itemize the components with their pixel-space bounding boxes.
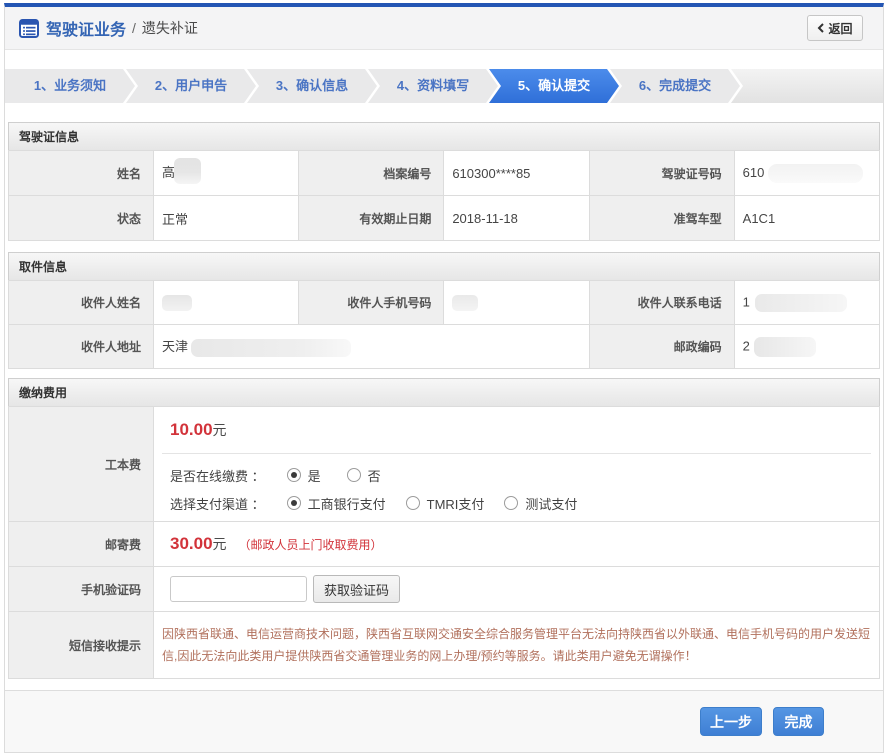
online-payment-question-row: 是否在线缴费 ： 是 否 xyxy=(170,461,871,489)
production-fee-cell: 10.00 元 是否在线缴费 ： 是 否 选择支付渠道 ： xyxy=(154,407,880,522)
step-navigation: 1、业务须知 2、用户申告 3、确认信息 4、资料填写 5、确认提交 6、完成提… xyxy=(5,69,883,103)
field-label-sms-notice: 短信接收提示 xyxy=(9,612,154,679)
postage-fee-cell: 30.00 元 （邮政人员上门收取费用） xyxy=(154,522,880,567)
field-label-recipient-tel: 收件人联系电话 xyxy=(589,281,734,325)
radio-channel-icbc[interactable] xyxy=(287,496,301,510)
sms-notice-cell: 因陕西省联通、电信运营商技术问题，陕西省互联网交通安全综合服务管理平台无法向持陕… xyxy=(154,612,880,679)
page-header: 驾驶证业务 / 遗失补证 返回 xyxy=(5,7,883,50)
radio-channel-test-label[interactable]: 测试支付 xyxy=(525,494,577,513)
production-fee-amount: 10.00 xyxy=(170,420,213,440)
field-label-status: 状态 xyxy=(9,196,154,241)
field-value-name: 高 xyxy=(154,151,299,196)
back-button[interactable]: 返回 xyxy=(807,15,863,41)
section-fees-title: 缴纳费用 xyxy=(19,384,67,401)
radio-online-yes[interactable] xyxy=(287,468,301,482)
page-subtitle: 遗失补证 xyxy=(142,18,198,38)
page-container: 驾驶证业务 / 遗失补证 返回 1、业务须知 2、用户申告 3、确认信息 4、资… xyxy=(4,3,884,753)
step-2[interactable]: 2、用户申告 xyxy=(126,69,256,103)
field-value-file-number: 610300****85 xyxy=(444,151,589,196)
radio-channel-tmri[interactable] xyxy=(406,496,420,510)
radio-online-no[interactable] xyxy=(347,468,361,482)
field-label-recipient-mobile: 收件人手机号码 xyxy=(299,281,444,325)
breadcrumb-separator: / xyxy=(132,20,136,36)
production-fee-amount-line: 10.00 元 xyxy=(162,407,871,453)
previous-step-button[interactable]: 上一步 xyxy=(700,707,762,736)
production-fee-unit: 元 xyxy=(213,420,227,440)
field-label-recipient-name: 收件人姓名 xyxy=(9,281,154,325)
redaction-blur xyxy=(754,337,816,357)
field-label-file-number: 档案编号 xyxy=(299,151,444,196)
verification-code-input[interactable] xyxy=(170,576,307,602)
redaction-blur xyxy=(755,294,847,312)
section-pickup-info: 取件信息 收件人姓名 收件人手机号码 收件人联系电话 1 收件人地址 天津 邮政… xyxy=(8,252,880,369)
redaction-blur xyxy=(162,295,192,311)
radio-online-no-label[interactable]: 否 xyxy=(368,466,381,485)
field-label-expiry-date: 有效期止日期 xyxy=(299,196,444,241)
field-value-recipient-mobile xyxy=(444,281,589,325)
field-value-vehicle-class: A1C1 xyxy=(734,196,879,241)
step-4[interactable]: 4、资料填写 xyxy=(368,69,498,103)
field-value-recipient-tel: 1 xyxy=(734,281,879,325)
step-5-active[interactable]: 5、确认提交 xyxy=(489,69,619,103)
field-value-license-number: 610 xyxy=(734,151,879,196)
field-label-recipient-address: 收件人地址 xyxy=(9,325,154,369)
field-label-production-fee: 工本费 xyxy=(9,407,154,522)
field-label-vehicle-class: 准驾车型 xyxy=(589,196,734,241)
section-license-title: 驾驶证信息 xyxy=(19,128,79,145)
radio-channel-tmri-label[interactable]: TMRI支付 xyxy=(427,494,485,513)
back-button-label: 返回 xyxy=(828,20,852,37)
field-label-name: 姓名 xyxy=(9,151,154,196)
redaction-blur xyxy=(174,158,201,184)
field-label-license-number: 驾驶证号码 xyxy=(589,151,734,196)
field-value-status: 正常 xyxy=(154,196,299,241)
field-label-postcode: 邮政编码 xyxy=(589,325,734,369)
redaction-blur xyxy=(452,295,478,311)
pickup-table: 收件人姓名 收件人手机号码 收件人联系电话 1 收件人地址 天津 邮政编码 2 xyxy=(8,280,880,369)
step-filler xyxy=(731,69,883,103)
footer-bar: 上一步 完成 xyxy=(5,690,883,752)
redaction-blur xyxy=(768,164,863,183)
postage-fee-note: （邮政人员上门收取费用） xyxy=(239,536,383,553)
field-value-expiry-date: 2018-11-18 xyxy=(444,196,589,241)
section-license-header: 驾驶证信息 xyxy=(8,122,880,150)
page-title: 驾驶证业务 xyxy=(46,16,126,40)
license-list-icon xyxy=(19,19,39,38)
step-3[interactable]: 3、确认信息 xyxy=(247,69,377,103)
chevron-left-icon xyxy=(817,23,824,33)
step-6[interactable]: 6、完成提交 xyxy=(610,69,740,103)
field-value-recipient-name xyxy=(154,281,299,325)
redaction-blur xyxy=(191,339,351,357)
postage-fee-unit: 元 xyxy=(213,534,227,554)
field-value-postcode: 2 xyxy=(734,325,879,369)
done-button[interactable]: 完成 xyxy=(773,707,824,736)
payment-options: 是否在线缴费 ： 是 否 选择支付渠道 ： 工商银行支付 TMRI支付 xyxy=(162,453,871,521)
radio-channel-icbc-label[interactable]: 工商银行支付 xyxy=(308,494,386,513)
step-1[interactable]: 1、业务须知 xyxy=(5,69,135,103)
radio-channel-test[interactable] xyxy=(504,496,518,510)
get-verification-code-button[interactable]: 获取验证码 xyxy=(313,575,400,603)
payment-channel-row: 选择支付渠道 ： 工商银行支付 TMRI支付 测试支付 xyxy=(170,489,871,517)
section-fees: 缴纳费用 工本费 10.00 元 是否在线缴费 ： 是 xyxy=(8,378,880,679)
section-pickup-header: 取件信息 xyxy=(8,252,880,280)
field-label-postage-fee: 邮寄费 xyxy=(9,522,154,567)
license-table: 姓名 高 档案编号 610300****85 驾驶证号码 610 状态 正常 有… xyxy=(8,150,880,241)
fees-table: 工本费 10.00 元 是否在线缴费 ： 是 否 xyxy=(8,406,880,679)
field-value-recipient-address: 天津 xyxy=(154,325,590,369)
section-license-info: 驾驶证信息 姓名 高 档案编号 610300****85 驾驶证号码 610 状… xyxy=(8,122,880,241)
section-pickup-title: 取件信息 xyxy=(19,258,67,275)
verification-code-cell: 获取验证码 xyxy=(154,567,880,612)
sms-notice-text: 因陕西省联通、电信运营商技术问题，陕西省互联网交通安全综合服务管理平台无法向持陕… xyxy=(162,623,875,667)
section-fees-header: 缴纳费用 xyxy=(8,378,880,406)
payment-channel-question: 选择支付渠道 ： xyxy=(170,494,265,513)
online-payment-question: 是否在线缴费 ： xyxy=(170,466,265,485)
radio-online-yes-label[interactable]: 是 xyxy=(308,466,321,485)
postage-fee-amount: 30.00 xyxy=(170,534,213,554)
field-label-verification-code: 手机验证码 xyxy=(9,567,154,612)
